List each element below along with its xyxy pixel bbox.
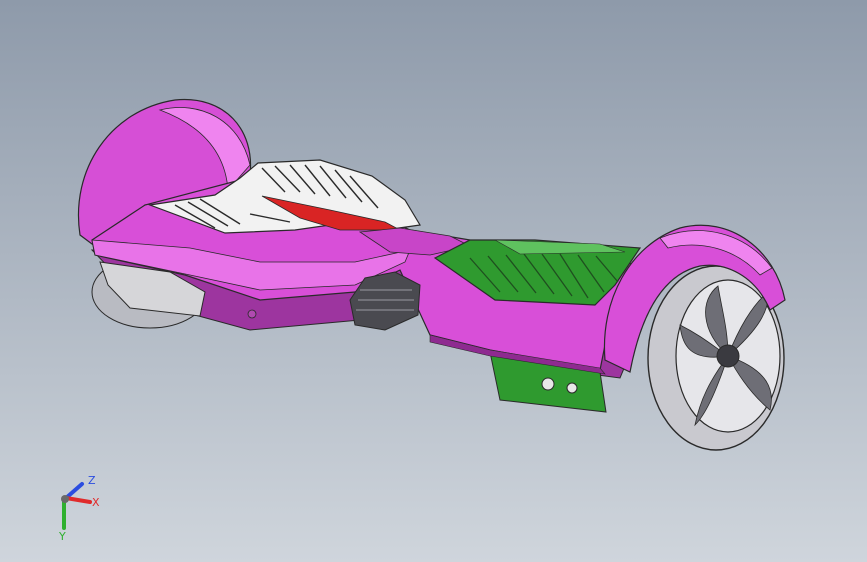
charge-port: [541, 377, 555, 391]
3d-viewport[interactable]: Z X Y: [0, 0, 867, 562]
front-wheel-hub: [716, 344, 740, 368]
hoverboard-model[interactable]: [0, 0, 867, 562]
coordinate-axes-icon: Z X Y: [58, 474, 100, 542]
triad-origin: [61, 495, 69, 503]
rear-light: [247, 309, 257, 319]
triad-x-label: X: [92, 496, 100, 509]
triad-z-label: Z: [88, 474, 96, 487]
triad-y-label: Y: [58, 530, 66, 542]
triad-x-axis: [64, 496, 92, 504]
triad-z-axis: [64, 482, 84, 500]
power-button: [566, 382, 578, 394]
